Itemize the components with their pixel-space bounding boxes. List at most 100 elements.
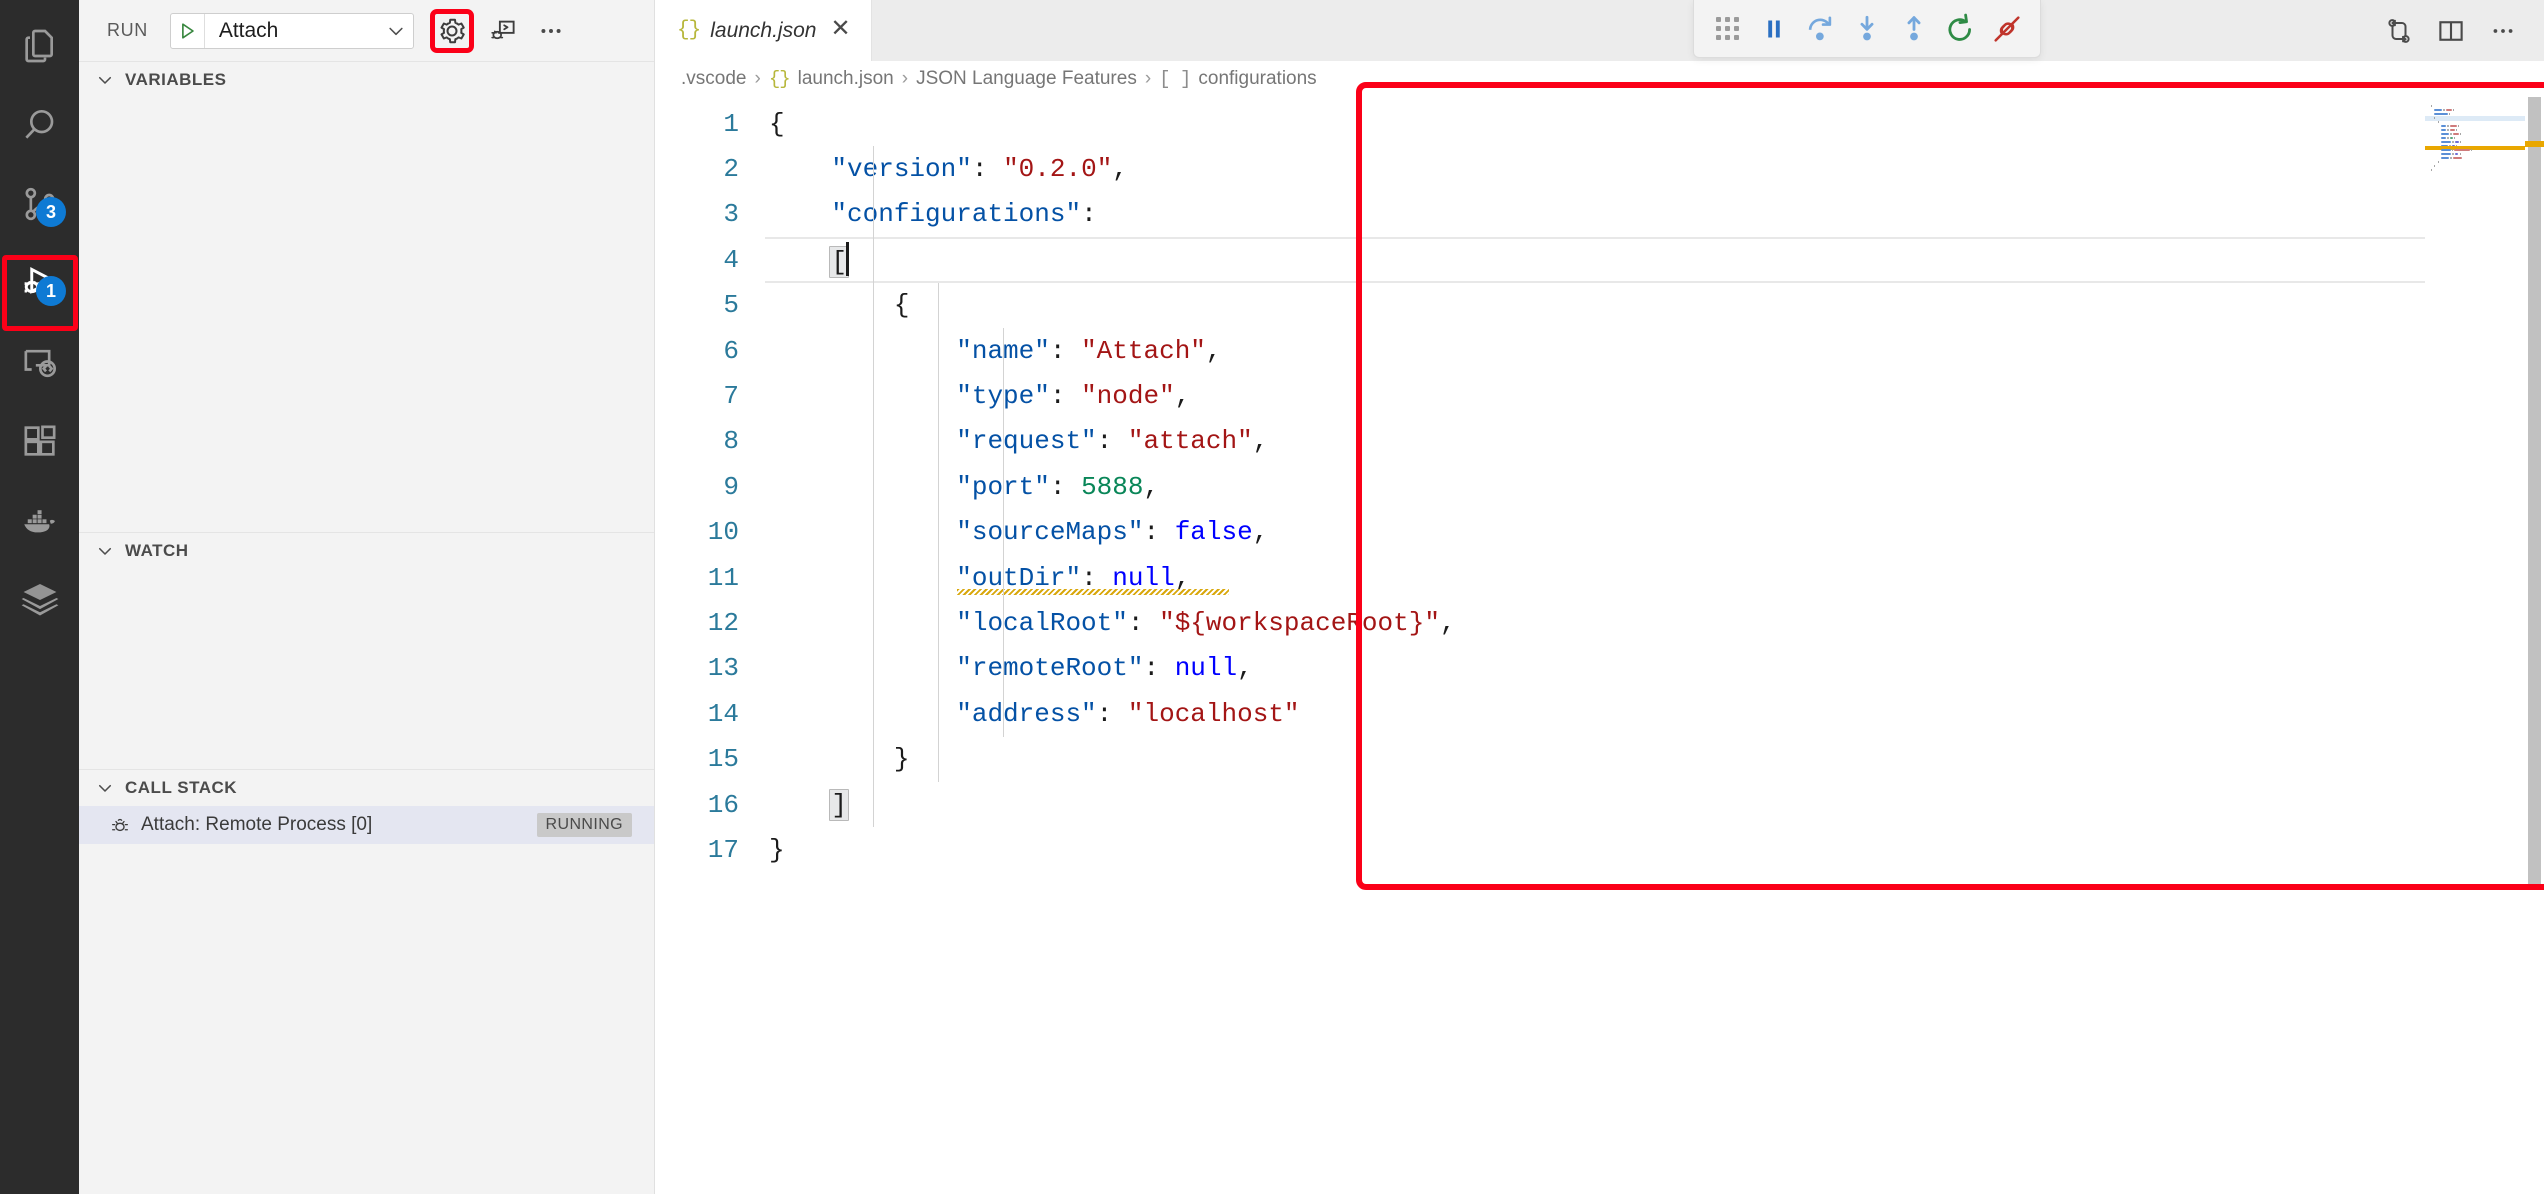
activity-item-extensions[interactable]	[0, 401, 79, 480]
launch-configuration-dropdown[interactable]: Attach	[169, 12, 414, 49]
sidebar-more-actions-icon[interactable]	[532, 12, 570, 50]
code-token: ,	[1143, 471, 1160, 502]
code-token: :	[1143, 653, 1175, 684]
remote-explorer-icon	[20, 342, 60, 382]
code-line[interactable]: 4 [	[655, 237, 2544, 283]
drag-handle[interactable]	[1715, 17, 1739, 40]
breadcrumb-label-0: .vscode	[681, 68, 747, 89]
step-out-icon[interactable]	[1890, 5, 1937, 53]
code-line-text[interactable]: "outDir": null,	[765, 563, 2544, 595]
drag-dots-icon[interactable]	[1704, 5, 1751, 53]
editor-more-actions-icon[interactable]	[2480, 8, 2526, 54]
code-surface[interactable]: 1{2 "version": "0.2.0", 3 "configurations…	[655, 97, 2544, 1194]
minimap-token	[2456, 129, 2458, 131]
code-line-text[interactable]: {	[765, 290, 2544, 320]
gear-icon[interactable]	[433, 12, 471, 50]
code-token: "node"	[1081, 381, 1175, 412]
minimap-token	[2441, 153, 2452, 155]
minimap[interactable]	[2425, 97, 2525, 1194]
code-line-text[interactable]: "remoteRoot": null,	[765, 653, 2544, 683]
minimap-token	[2437, 161, 2439, 163]
play-icon[interactable]	[171, 13, 205, 48]
extensions-icon	[20, 421, 60, 461]
code-line[interactable]: 16 ]	[655, 782, 2544, 827]
breadcrumb-item-0[interactable]: .vscode	[681, 68, 746, 90]
section-variables: VARIABLES	[79, 61, 654, 532]
code-line-text[interactable]: {	[765, 109, 2544, 139]
variables-tree[interactable]	[79, 98, 654, 532]
code-line-text[interactable]: "port": 5888,	[765, 472, 2544, 502]
code-editor[interactable]: 1{2 "version": "0.2.0", 3 "configurations…	[655, 97, 2544, 1194]
sidebar-header: RUN Attach	[79, 0, 654, 61]
scrollbar-thumb[interactable]	[2528, 97, 2541, 887]
chevron-down-icon[interactable]	[93, 779, 117, 797]
activity-item-docker[interactable]	[0, 480, 79, 559]
split-editor-icon[interactable]	[2428, 8, 2474, 54]
breadcrumb-item-3[interactable]: [ ] configurations	[1159, 68, 1317, 90]
minimap-current-line	[2425, 116, 2525, 121]
pause-icon[interactable]	[1751, 5, 1798, 53]
call-stack-session-row[interactable]: Attach: Remote Process [0] RUNNING	[79, 806, 654, 844]
code-line[interactable]: 3 "configurations":	[655, 192, 2544, 237]
code-token: {	[893, 290, 910, 321]
debug-console-icon[interactable]	[484, 12, 522, 50]
breadcrumb: .vscode › {} launch.json › JSON Language…	[655, 61, 2544, 97]
source-control-badge: 3	[36, 197, 66, 227]
code-token: "sourceMaps"	[956, 517, 1144, 548]
breadcrumb-item-1[interactable]: {} launch.json	[769, 68, 894, 90]
code-token: :	[971, 154, 1004, 185]
code-token: ,	[1237, 653, 1253, 684]
editor-vertical-scrollbar[interactable]	[2525, 97, 2544, 1194]
activity-item-explorer[interactable]	[0, 6, 79, 85]
restart-icon[interactable]	[1937, 5, 1984, 53]
code-line-text[interactable]: }	[765, 835, 2544, 865]
activity-item-layers[interactable]	[0, 559, 79, 638]
indent-guide	[873, 146, 874, 828]
minimap-token	[2441, 133, 2449, 135]
step-into-icon[interactable]	[1844, 5, 1891, 53]
section-header-watch[interactable]: WATCH	[79, 533, 654, 569]
activity-item-search[interactable]	[0, 85, 79, 164]
code-line-text[interactable]: "request": "attach",	[765, 426, 2544, 456]
chevron-down-icon[interactable]	[379, 21, 413, 41]
minimap-token	[2447, 137, 2449, 139]
code-token: ,	[1252, 517, 1269, 548]
code-line-text[interactable]: "name": "Attach",	[765, 336, 2544, 366]
disconnect-icon[interactable]	[1983, 5, 2030, 53]
activity-item-source-control[interactable]: 3	[0, 164, 79, 243]
chevron-down-icon[interactable]	[93, 71, 117, 89]
breadcrumb-item-2[interactable]: JSON Language Features	[916, 68, 1137, 90]
files-icon	[20, 26, 60, 66]
open-launch-json-button-wrapper	[429, 8, 474, 53]
code-line-text[interactable]: "version": "0.2.0",	[765, 154, 2544, 184]
code-line[interactable]: 1{	[655, 101, 2544, 146]
section-call-stack: CALL STACK Attach: Remote Process [0] RU…	[79, 769, 654, 1194]
code-line-text[interactable]: [	[765, 241, 2544, 278]
code-line-text[interactable]: "localRoot": "${workspaceRoot}",	[765, 608, 2544, 638]
code-token: "remoteRoot"	[956, 653, 1144, 684]
activity-item-run-and-debug[interactable]: 1	[0, 243, 79, 322]
section-header-variables[interactable]: VARIABLES	[79, 62, 654, 98]
line-number: 11	[707, 562, 739, 593]
code-token: :	[1049, 381, 1082, 412]
code-line-text[interactable]: "configurations":	[765, 199, 2544, 229]
source-control-compare-icon[interactable]	[2376, 8, 2422, 54]
line-number: 1	[723, 108, 739, 139]
code-line-text[interactable]: "type": "node",	[765, 381, 2544, 411]
step-over-icon[interactable]	[1797, 5, 1844, 53]
editor-group: {} launch.json ✕ .vscode › {} launch.jso…	[655, 0, 2544, 1194]
code-line-text[interactable]: "sourceMaps": false,	[765, 517, 2544, 547]
bug-icon	[109, 814, 131, 836]
chevron-down-icon[interactable]	[93, 542, 117, 560]
minimap-token	[2454, 149, 2470, 151]
editor-tab-launch-json[interactable]: {} launch.json ✕	[655, 0, 872, 61]
section-header-call-stack[interactable]: CALL STACK	[79, 770, 654, 806]
code-line[interactable]: 2 "version": "0.2.0",	[655, 146, 2544, 191]
watch-tree[interactable]	[79, 569, 654, 769]
code-line-text[interactable]: ]	[765, 788, 2544, 821]
code-line-text[interactable]: "address": "localhost"	[765, 699, 2544, 729]
code-line[interactable]: 17}	[655, 827, 2544, 872]
code-line-text[interactable]: }	[765, 744, 2544, 774]
close-icon[interactable]: ✕	[826, 17, 854, 44]
activity-item-remote-explorer[interactable]	[0, 322, 79, 401]
